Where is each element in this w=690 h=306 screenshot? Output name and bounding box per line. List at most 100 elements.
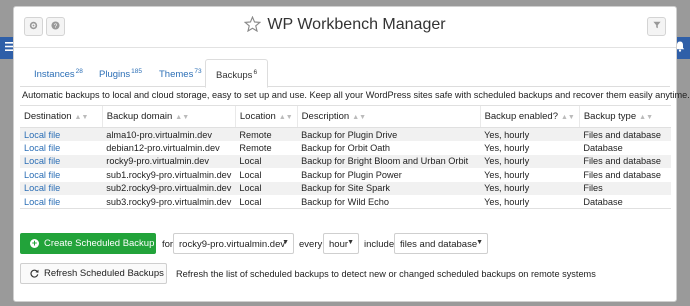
description-cell: Backup for Bright Bloom and Urban Orbit [297, 154, 481, 168]
type-cell: Files and database [579, 154, 671, 168]
table-row: Local file sub3.rocky9-pro.virtualmin.de… [20, 195, 671, 209]
enabled-cell: Yes, hourly [484, 142, 530, 153]
interval-select-value: hour [329, 239, 349, 250]
location-cell: Local [235, 181, 298, 195]
enabled-cell: Yes, hourly [480, 127, 580, 141]
enabled-cell: Yes, hourly [484, 169, 530, 180]
sort-icon: ▲▼ [74, 114, 89, 121]
filter-icon [652, 21, 661, 32]
star-icon[interactable] [244, 15, 262, 37]
destination-cell: Local file [20, 181, 103, 195]
refresh-icon [30, 269, 39, 278]
refresh-button-label: Refresh Scheduled Backups [44, 268, 164, 279]
sort-icon: ▲▼ [278, 114, 293, 121]
destination-cell: Local file [20, 195, 103, 209]
type-cell: Database [583, 142, 623, 153]
destination-link[interactable]: Local file [24, 156, 60, 166]
table-row: Local file rocky9-pro.virtualmin.dev Loc… [20, 154, 671, 168]
column-header-domain[interactable]: Backup domain ▲▼ [101, 105, 236, 128]
backups-table: Destination ▲▼ Backup domain ▲▼ Location ▲▼… [20, 105, 671, 209]
page-title: WP Workbench Manager [14, 15, 676, 37]
filter-button[interactable] [647, 17, 666, 36]
domain-cell: sub2.rocky9-pro.virtualmin.dev [102, 181, 236, 195]
domain-cell: sub1.rocky9-pro.virtualmin.dev [106, 169, 232, 180]
include-label: include [364, 239, 395, 250]
destination-cell: Local file [20, 168, 102, 182]
location-cell: Remote [235, 127, 298, 141]
type-cell: Files and database [579, 127, 671, 141]
destination-link[interactable]: Local file [24, 170, 60, 180]
interval-select[interactable]: hour ▼ [323, 233, 359, 254]
refresh-scheduled-backups-button[interactable]: Refresh Scheduled Backups [20, 263, 167, 284]
domain-select-value: rocky9-pro.virtualmin.dev [179, 239, 286, 250]
tab-count: 73 [194, 68, 202, 75]
tab-label: Backups [216, 70, 253, 82]
domain-cell: debian12-pro.virtualmin.dev [106, 142, 220, 153]
column-header-type[interactable]: Backup type ▲▼ [578, 105, 671, 128]
column-header-enabled[interactable]: Backup enabled? ▲▼ [479, 105, 580, 128]
tab-label: Instances [34, 69, 75, 81]
enabled-cell: Yes, hourly [480, 181, 580, 195]
tab-count: 6 [253, 69, 258, 76]
type-cell: Database [579, 195, 671, 209]
destination-cell: Local file [20, 141, 102, 155]
plus-circle-icon: + [30, 238, 39, 248]
page-title-text: WP Workbench Manager [267, 16, 446, 33]
tab-bar: Instances28 Plugins185 Themes73 Backups6 [20, 59, 670, 88]
tab-backups[interactable]: Backups6 [205, 59, 269, 88]
column-header-label: Backup type [583, 111, 637, 122]
tab-instances[interactable]: Instances28 [24, 59, 93, 87]
column-header-label: Backup enabled? [484, 111, 558, 122]
column-header-description[interactable]: Description ▲▼ [296, 105, 481, 128]
location-cell: Remote [239, 142, 272, 153]
column-header-label: Destination [24, 111, 72, 122]
backups-description: Automatic backups to local and cloud sto… [22, 90, 690, 100]
domain-cell: sub3.rocky9-pro.virtualmin.dev [102, 195, 236, 209]
sort-icon: ▲▼ [639, 114, 653, 121]
location-cell: Local [239, 169, 262, 180]
column-header-destination[interactable]: Destination ▲▼ [20, 105, 103, 128]
create-scheduled-backup-button[interactable]: + Create Scheduled Backup [20, 233, 156, 254]
table-row: Local file sub2.rocky9-pro.virtualmin.de… [20, 181, 671, 195]
description-cell: Backup for Plugin Drive [297, 127, 481, 141]
location-cell: Local [235, 154, 298, 168]
description-cell: Backup for Orbit Oath [301, 142, 391, 153]
column-header-location[interactable]: Location ▲▼ [234, 105, 298, 128]
tab-label: Themes [159, 69, 194, 81]
domain-select[interactable]: rocky9-pro.virtualmin.dev ▼ [173, 233, 294, 254]
destination-link[interactable]: Local file [24, 143, 60, 153]
every-label: every [299, 239, 323, 250]
for-label: for [162, 239, 174, 250]
include-select-value: files and database [400, 239, 478, 250]
tab-plugins[interactable]: Plugins185 [89, 59, 152, 87]
type-cell: Files and database [583, 169, 661, 180]
chevron-down-icon: ▼ [347, 239, 354, 246]
destination-link[interactable]: Local file [24, 130, 60, 140]
tab-count: 28 [75, 68, 83, 75]
sort-icon: ▲▼ [352, 114, 367, 121]
include-select[interactable]: files and database ▼ [394, 233, 488, 254]
location-cell: Local [235, 195, 298, 209]
tab-themes[interactable]: Themes73 [149, 59, 212, 87]
tab-count: 185 [131, 68, 143, 75]
column-header-label: Location [239, 111, 276, 122]
destination-cell: Local file [20, 127, 103, 141]
chevron-down-icon: ▼ [476, 239, 483, 246]
refresh-help-text: Refresh the list of scheduled backups to… [176, 269, 596, 279]
destination-link[interactable]: Local file [24, 197, 60, 207]
destination-link[interactable]: Local file [24, 183, 60, 193]
domain-cell: rocky9-pro.virtualmin.dev [102, 154, 236, 168]
table-row: Local file alma10-pro.virtualmin.dev Rem… [20, 127, 671, 141]
tab-label: Plugins [99, 69, 131, 81]
enabled-cell: Yes, hourly [480, 195, 580, 209]
main-panel: ? WP Workbench Manager Instances28 Plugi… [13, 6, 690, 302]
enabled-cell: Yes, hourly [480, 154, 580, 168]
title-bar: ? WP Workbench Manager [14, 7, 676, 48]
sort-icon: ▲▼ [560, 114, 575, 121]
table-row: Local file sub1.rocky9-pro.virtualmin.de… [20, 168, 671, 182]
table-header-row: Destination ▲▼ Backup domain ▲▼ Location ▲▼… [20, 105, 671, 128]
column-header-label: Description [301, 111, 350, 122]
domain-cell: alma10-pro.virtualmin.dev [102, 127, 236, 141]
description-cell: Backup for Plugin Power [301, 169, 402, 180]
description-cell: Backup for Wild Echo [297, 195, 481, 209]
